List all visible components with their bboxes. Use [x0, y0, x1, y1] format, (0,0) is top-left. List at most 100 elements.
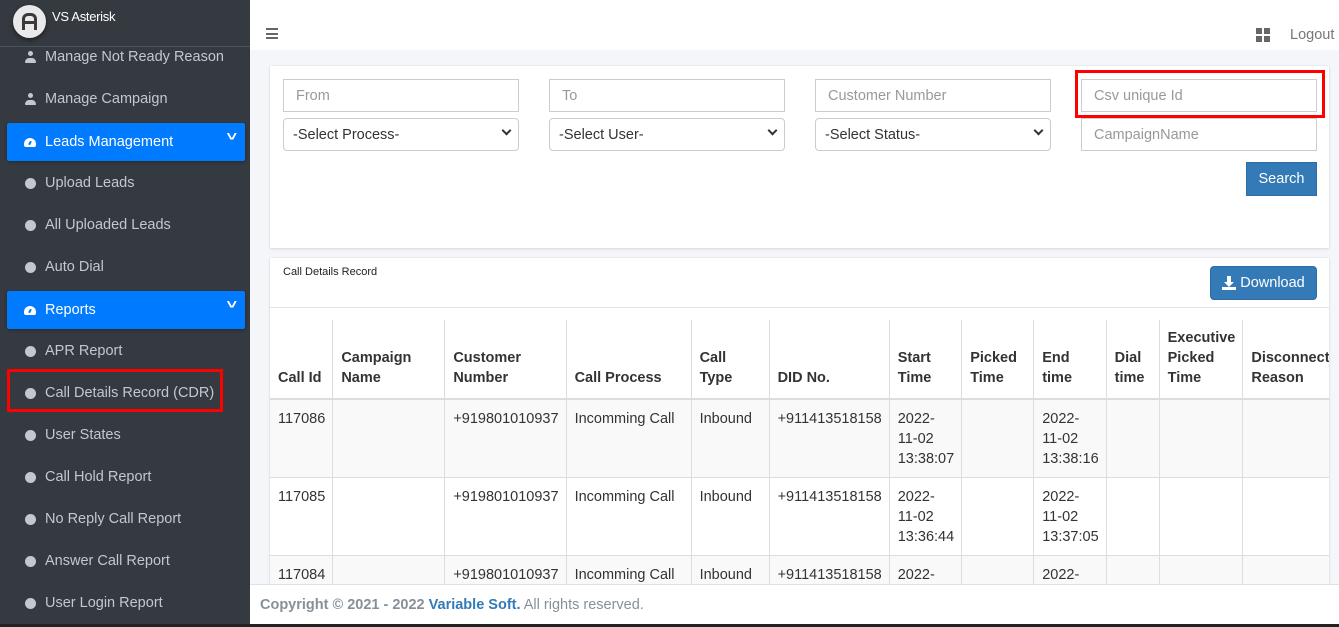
column-header-call-id[interactable]: Call Id — [270, 320, 333, 400]
cell-start-time: 2022- 11-02 13:38:07 — [888, 399, 962, 478]
column-header-end-time[interactable]: End time — [1033, 320, 1107, 400]
cdr-card: Call Details Record Download Call Id Camp… — [270, 258, 1329, 584]
cell-text: 2022- — [897, 567, 935, 583]
cell-start-time: 2022- — [888, 555, 962, 584]
column-header-text: Dial — [1114, 350, 1142, 366]
sidebar-item-user-states[interactable]: User States — [0, 414, 250, 456]
campaign-name-input[interactable]: CampaignName — [1081, 118, 1317, 151]
cell-call-type: Inbound — [690, 399, 770, 478]
circle-icon — [24, 555, 36, 567]
circle-icon — [24, 597, 36, 609]
sidebar-item-label: Call Details Record (CDR) — [45, 385, 215, 401]
circle-icon — [24, 387, 36, 399]
rights-text: All rights reserved. — [523, 597, 644, 613]
chevron-down-icon — [501, 125, 512, 136]
csv-unique-id-input[interactable]: Csv unique Id — [1081, 79, 1317, 112]
column-header-campaign-name[interactable]: Campaign Name — [332, 320, 445, 400]
cell-campaign-name — [332, 477, 445, 556]
column-header-disconnected-reason[interactable]: Disconnected Reason — [1242, 320, 1329, 400]
sidebar-item-manage-campaign[interactable]: Manage Campaign — [0, 78, 250, 120]
chevron-down-icon: ˅ — [226, 297, 238, 312]
user-select[interactable]: -Select User- — [549, 118, 785, 151]
cell-call-process: Incomming Call — [565, 555, 692, 584]
cell-text: 13:38:07 — [897, 451, 955, 467]
cell-text: 11-02 — [1042, 509, 1079, 525]
cell-end-time: 2022- — [1033, 555, 1107, 584]
sidebar-item-answer-call-report[interactable]: Answer Call Report — [0, 540, 250, 582]
sidebar-item-label: Auto Dial — [45, 259, 104, 275]
circle-icon — [24, 513, 36, 525]
column-header-customer-number[interactable]: Customer Number — [444, 320, 567, 400]
to-date-input[interactable]: To — [549, 79, 785, 112]
cell-text: 2022- — [897, 411, 935, 427]
sidebar-item-manage-not-ready-reason[interactable]: Manage Not Ready Reason — [0, 37, 250, 77]
cell-text: 2022- — [1042, 411, 1080, 427]
circle-icon — [24, 177, 36, 189]
cell-customer-number: +919801010937 — [444, 477, 567, 556]
cell-dial-time — [1105, 399, 1160, 478]
sidebar-item-label: Manage Not Ready Reason — [45, 49, 224, 65]
cell-text: 2022- — [1042, 489, 1080, 505]
cell-text: 11-02 — [897, 431, 934, 447]
hamburger-icon[interactable] — [266, 28, 278, 39]
sidebar-item-label: APR Report — [45, 343, 123, 359]
search-button[interactable]: Search — [1246, 162, 1317, 196]
sidebar-item-no-reply-call-report[interactable]: No Reply Call Report — [0, 498, 250, 540]
cell-text: 13:37:05 — [1042, 529, 1099, 545]
asterisk-logo-icon — [13, 5, 46, 38]
circle-icon — [24, 219, 36, 231]
cell-executive-picked-time — [1158, 477, 1243, 556]
brand-name: VS Asterisk — [52, 9, 116, 24]
grid-icon[interactable] — [1256, 28, 1270, 42]
company-link[interactable]: Variable Soft. — [429, 597, 521, 613]
sidebar-item-all-uploaded-leads[interactable]: All Uploaded Leads — [0, 204, 250, 246]
sidebar-item-call-hold-report[interactable]: Call Hold Report — [0, 456, 250, 498]
logout-link[interactable]: Logout — [1290, 27, 1334, 43]
sidebar-item-label: Answer Call Report — [45, 553, 170, 569]
column-header-executive-picked-time[interactable]: Executive Picked Time — [1158, 320, 1243, 400]
table-header-row: Call Id Campaign Name Customer Number Call Pr… — [270, 320, 1329, 400]
cell-dial-time — [1105, 555, 1160, 584]
table-row[interactable]: 117084 +919801010937 Incomming Call Inbound… — [270, 555, 1329, 584]
column-header-text: Start — [897, 350, 931, 366]
table-row[interactable]: 117086 +919801010937 Incomming Call Inbound… — [270, 399, 1329, 478]
circle-icon — [24, 345, 36, 357]
dashboard-icon — [24, 136, 36, 148]
customer-number-input[interactable]: Customer Number — [815, 79, 1051, 112]
status-select[interactable]: -Select Status- — [815, 118, 1051, 151]
sidebar-item-user-login-report[interactable]: User Login Report — [0, 582, 250, 624]
sidebar-item-call-details-record-cdr[interactable]: Call Details Record (CDR) — [0, 372, 250, 414]
sidebar-item-auto-dial[interactable]: Auto Dial — [0, 246, 250, 288]
sidebar-item-reports[interactable]: Reports ˅ — [7, 291, 245, 329]
status-select-value: -Select Status- — [825, 126, 921, 143]
column-header-picked-time[interactable]: Picked Time — [961, 320, 1034, 400]
dashboard-icon — [24, 304, 36, 316]
cell-call-id: 117086 — [270, 399, 333, 478]
cell-customer-number: +919801010937 — [444, 555, 567, 584]
column-header-text: Customer — [453, 350, 521, 366]
cell-picked-time — [961, 555, 1034, 584]
column-header-text: Reason — [1251, 370, 1304, 386]
table-row[interactable]: 117085 +919801010937 Incomming Call Inbound… — [270, 477, 1329, 556]
column-header-text: Call Process — [574, 370, 662, 386]
column-header-did-no[interactable]: DID No. — [768, 320, 890, 400]
process-select[interactable]: -Select Process- — [283, 118, 519, 151]
cell-did-no: +911413518158 — [768, 477, 890, 556]
sidebar-item-apr-report[interactable]: APR Report — [0, 330, 250, 372]
column-header-call-type[interactable]: Call Type — [690, 320, 770, 400]
column-header-call-process[interactable]: Call Process — [565, 320, 692, 400]
sidebar-item-leads-management[interactable]: Leads Management ˅ — [7, 123, 245, 161]
cell-call-process: Incomming Call — [565, 399, 692, 478]
column-header-dial-time[interactable]: Dial time — [1105, 320, 1160, 400]
download-button[interactable]: Download — [1210, 266, 1317, 300]
column-header-text: Number — [453, 370, 509, 386]
cell-dial-time — [1105, 477, 1160, 556]
column-header-text: time — [1042, 370, 1073, 386]
column-header-start-time[interactable]: Start Time — [888, 320, 962, 400]
sidebar-item-label: Reports — [45, 302, 96, 318]
sidebar-item-label: Call Hold Report — [45, 469, 152, 485]
cell-executive-picked-time — [1158, 555, 1243, 584]
sidebar-item-upload-leads[interactable]: Upload Leads — [0, 162, 250, 204]
from-date-input[interactable]: From — [283, 79, 519, 112]
footer: Copyright © 2021 - 2022 Variable Soft. A… — [250, 584, 1339, 627]
